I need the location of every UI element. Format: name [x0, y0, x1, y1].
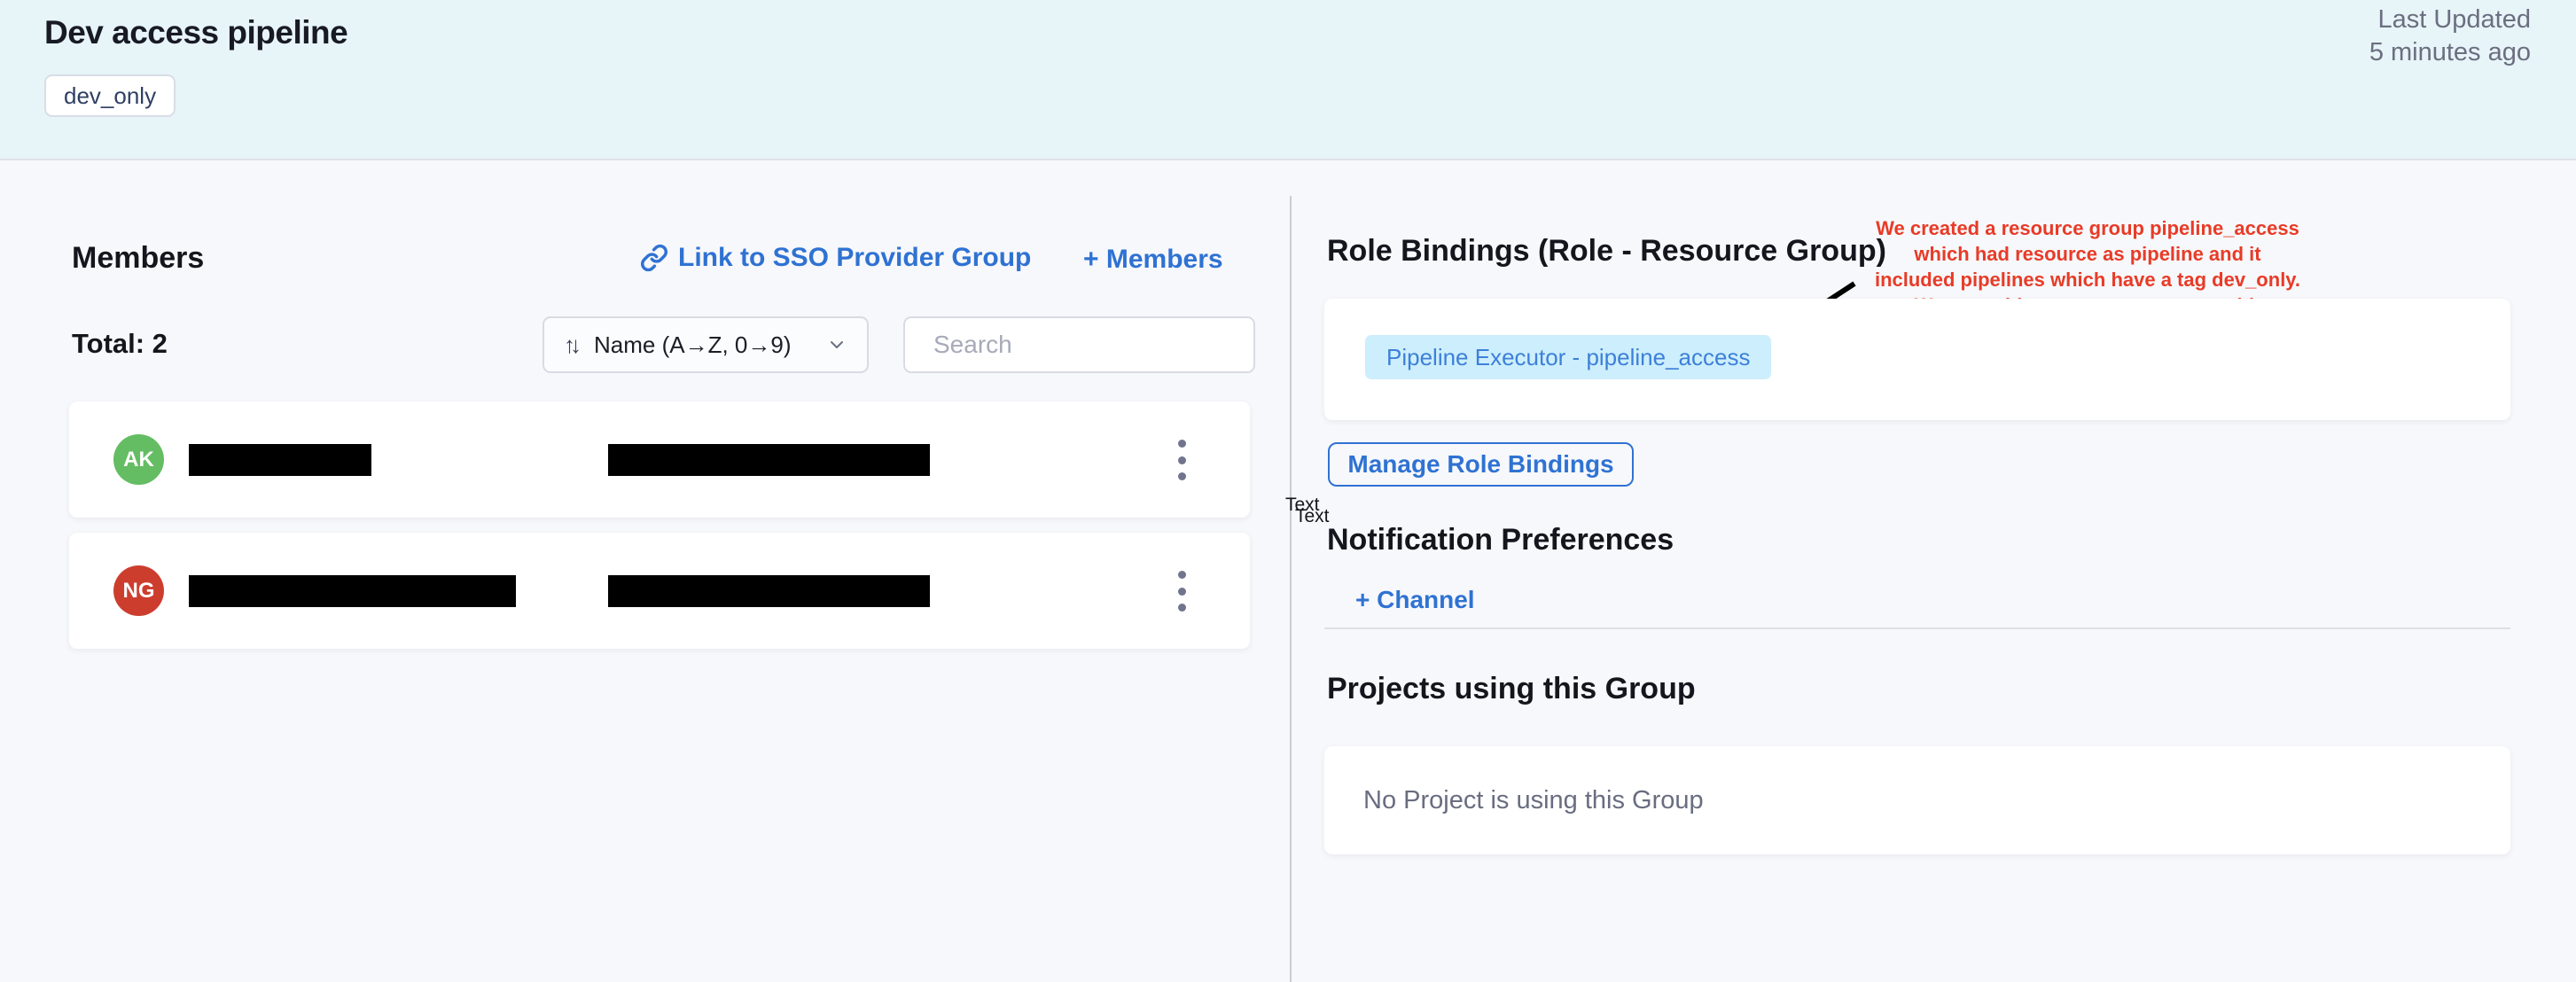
- manage-role-bindings-button[interactable]: Manage Role Bindings: [1328, 442, 1634, 487]
- member-row: AK: [69, 401, 1250, 518]
- row-menu-button[interactable]: [1168, 438, 1195, 482]
- tag-label: dev_only: [64, 82, 156, 110]
- notification-preferences-heading: Notification Preferences: [1327, 523, 1674, 557]
- search-input[interactable]: [933, 331, 1253, 359]
- kebab-dot: [1178, 440, 1186, 448]
- sso-link-label: Link to SSO Provider Group: [678, 243, 1031, 273]
- stray-text: Text: [1295, 506, 1330, 527]
- avatar-initials: AK: [123, 448, 154, 472]
- section-divider: [1324, 627, 2510, 629]
- projects-card: No Project is using this Group: [1324, 746, 2510, 854]
- role-binding-chip[interactable]: Pipeline Executor - pipeline_access: [1365, 335, 1771, 379]
- link-icon: [640, 244, 668, 272]
- add-members-button[interactable]: + Members: [1083, 245, 1223, 275]
- search-box: [903, 316, 1255, 373]
- last-updated: Last Updated 5 minutes ago: [2369, 4, 2531, 69]
- members-total: Total: 2: [72, 328, 168, 360]
- sort-dropdown[interactable]: ↑↓ Name (A→Z, 0→9): [543, 316, 869, 373]
- sort-arrows-icon: ↑↓: [564, 331, 582, 359]
- tag-chip-dev-only: dev_only: [44, 74, 176, 117]
- kebab-dot: [1178, 604, 1186, 612]
- role-bindings-heading: Role Bindings (Role - Resource Group): [1327, 234, 1886, 269]
- last-updated-value: 5 minutes ago: [2369, 36, 2531, 69]
- role-bindings-card: Pipeline Executor - pipeline_access: [1324, 299, 2510, 420]
- user-group-detail-page: Dev access pipeline dev_only Last Update…: [0, 0, 2576, 982]
- page-header: Dev access pipeline dev_only Last Update…: [0, 0, 2576, 160]
- sort-selected-option: Name (A→Z, 0→9): [594, 331, 792, 359]
- member-row: NG: [69, 533, 1250, 649]
- redacted-email: [608, 444, 930, 476]
- members-heading: Members: [72, 241, 204, 276]
- link-to-sso-provider-group-link[interactable]: Link to SSO Provider Group: [640, 243, 1031, 273]
- add-channel-button[interactable]: + Channel: [1355, 586, 1475, 614]
- kebab-dot: [1178, 472, 1186, 480]
- chevron-down-icon: [826, 334, 847, 355]
- kebab-dot: [1178, 588, 1186, 596]
- avatar-initials: NG: [123, 579, 155, 604]
- redacted-name: [189, 444, 371, 476]
- kebab-dot: [1178, 456, 1186, 464]
- redacted-email: [608, 575, 930, 607]
- projects-heading: Projects using this Group: [1327, 672, 1696, 706]
- avatar: AK: [113, 434, 164, 485]
- projects-empty-message: No Project is using this Group: [1363, 786, 1704, 815]
- page-title: Dev access pipeline: [44, 14, 347, 51]
- redacted-name: [189, 575, 516, 607]
- panel-divider: [1290, 196, 1292, 982]
- row-menu-button[interactable]: [1168, 569, 1195, 613]
- avatar: NG: [113, 565, 164, 616]
- kebab-dot: [1178, 571, 1186, 579]
- last-updated-label: Last Updated: [2369, 4, 2531, 36]
